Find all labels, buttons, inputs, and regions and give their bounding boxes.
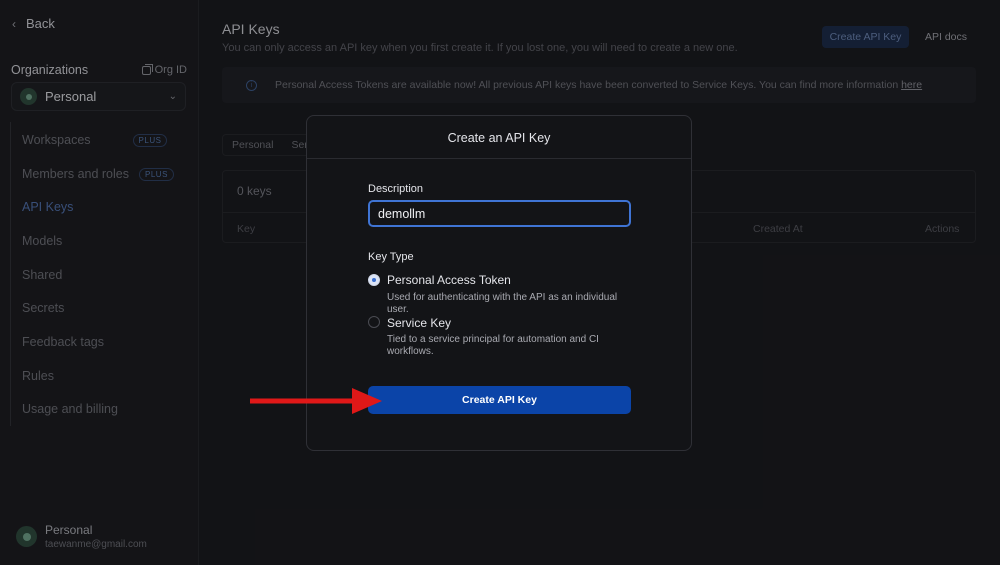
modal-title: Create an API Key — [307, 116, 691, 159]
red-arrow-icon — [250, 388, 382, 414]
radio-personal-access-token[interactable] — [368, 274, 380, 286]
option-description: Tied to a service principal for automati… — [387, 334, 599, 357]
option-description: Used for authenticating with the API as … — [387, 292, 618, 315]
option-title: Service Key — [387, 316, 452, 330]
description-input[interactable] — [368, 200, 631, 227]
radio-service-key[interactable] — [368, 316, 380, 328]
option-title: Personal Access Token — [387, 273, 511, 287]
key-type-label: Key Type — [368, 251, 414, 263]
create-api-key-button[interactable]: Create API Key — [368, 386, 631, 414]
description-label: Description — [368, 183, 424, 195]
